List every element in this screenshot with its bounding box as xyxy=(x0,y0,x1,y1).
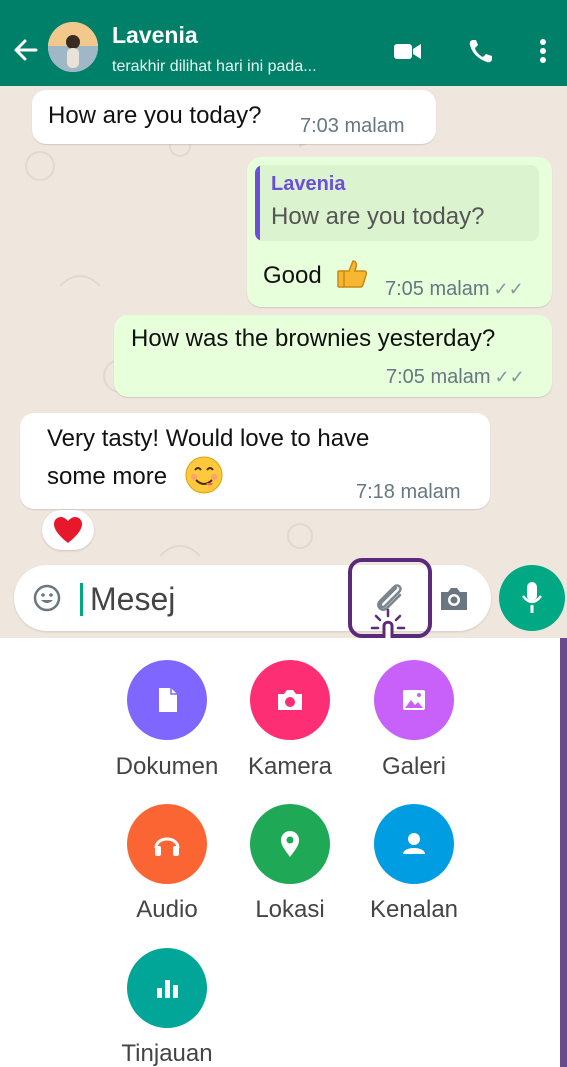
attach-label: Lokasi xyxy=(255,896,325,923)
attach-label: Dokumen xyxy=(115,753,219,780)
attach-circle-gallery[interactable] xyxy=(374,660,454,740)
attach-circle-audio[interactable] xyxy=(127,804,207,884)
quoted-message[interactable]: Lavenia How are you today? xyxy=(255,165,539,241)
camera-icon[interactable] xyxy=(436,581,472,617)
message-text-line-2: some more xyxy=(47,463,168,490)
message-bubble-incoming[interactable]: Very tasty! Would love to have some more… xyxy=(20,413,490,509)
location-pin-icon xyxy=(281,831,299,857)
microphone-icon xyxy=(522,582,542,613)
message-bubble-outgoing[interactable]: Lavenia How are you today? Good 7:05 mal… xyxy=(247,157,552,307)
text-caret xyxy=(80,583,83,616)
message-time: 7:18 malam xyxy=(356,481,461,503)
chat-screen: Lavenia terakhir dilihat hari ini pada..… xyxy=(0,0,567,1067)
attach-label: Kenalan xyxy=(369,896,459,923)
headphones-icon xyxy=(154,837,180,856)
attach-label: Galeri xyxy=(381,753,447,780)
message-list[interactable]: How are you today? 7:03 malam Lavenia Ho… xyxy=(0,86,567,638)
message-text: How are you today? xyxy=(48,102,262,129)
contact-name[interactable]: Lavenia xyxy=(112,22,198,49)
attach-circle-location[interactable] xyxy=(250,804,330,884)
attachment-sheet: Dokumen Kamera Galeri Audio Lokasi Kenal… xyxy=(0,638,567,1067)
quote-text: How are you today? xyxy=(271,203,485,230)
read-double-tick-icon: ✓✓ xyxy=(493,279,524,299)
yum-face-emoji-icon xyxy=(185,456,223,494)
read-double-tick-icon: ✓✓ xyxy=(494,367,525,387)
gallery-icon xyxy=(403,690,425,710)
chat-header: Lavenia terakhir dilihat hari ini pada..… xyxy=(0,20,567,86)
voice-record-button[interactable] xyxy=(499,565,565,631)
red-heart-icon xyxy=(54,517,82,543)
quote-accent-bar xyxy=(255,165,260,241)
attach-label: Audio xyxy=(136,896,198,923)
attach-label: Kamera xyxy=(247,753,333,780)
message-bubble-incoming[interactable]: How are you today? 7:03 malam xyxy=(32,90,436,144)
camera-icon xyxy=(278,690,302,710)
message-bubble-outgoing[interactable]: How was the brownies yesterday? 7:05 mal… xyxy=(114,315,552,397)
attach-circle-camera[interactable] xyxy=(250,660,330,740)
message-input[interactable] xyxy=(88,575,342,623)
attach-label: Tinjauan xyxy=(121,1040,213,1067)
thumbs-up-emoji-icon xyxy=(337,260,368,288)
emoji-icon[interactable] xyxy=(32,583,62,613)
more-options-icon[interactable] xyxy=(526,34,560,68)
message-reaction[interactable] xyxy=(42,510,94,550)
contact-avatar[interactable] xyxy=(48,22,98,72)
message-time: 7:05 malam ✓✓ xyxy=(385,278,524,300)
voice-call-icon[interactable] xyxy=(464,34,498,68)
message-text: Good xyxy=(263,262,322,289)
message-text-line-1: Very tasty! Would love to have xyxy=(47,425,370,452)
video-call-icon[interactable] xyxy=(390,34,424,68)
attach-circle-contact[interactable] xyxy=(374,804,454,884)
quote-author: Lavenia xyxy=(271,173,346,195)
back-arrow-icon[interactable] xyxy=(8,32,44,68)
message-text: How was the brownies yesterday? xyxy=(131,325,496,352)
status-strip xyxy=(0,0,567,20)
sheet-edge xyxy=(560,638,567,1067)
attach-circle-document[interactable] xyxy=(127,660,207,740)
poll-icon xyxy=(157,980,178,998)
contact-icon xyxy=(403,833,425,854)
attach-circle-poll[interactable] xyxy=(127,948,207,1028)
last-seen-status: terakhir dilihat hari ini pada... xyxy=(112,58,317,75)
message-time: 7:05 malam ✓✓ xyxy=(386,366,525,388)
message-time: 7:03 malam xyxy=(300,115,405,137)
document-icon xyxy=(159,688,177,712)
